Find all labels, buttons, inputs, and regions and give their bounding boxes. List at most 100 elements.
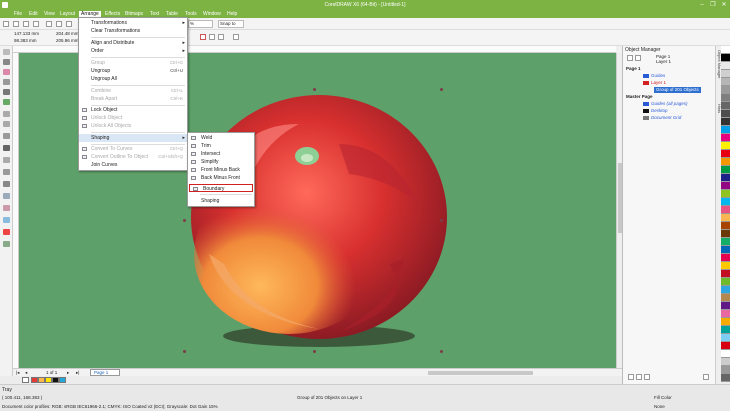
palette-swatch[interactable] <box>721 46 730 54</box>
palette-swatch[interactable] <box>721 206 730 214</box>
menu-item-shaping-docker[interactable]: Shaping <box>188 197 254 205</box>
blend-tool-icon[interactable] <box>3 193 10 199</box>
tree-layer-1[interactable]: Layer 1 <box>643 80 666 86</box>
menu-item-convert-to-curves[interactable]: Convert To Curves Ctrl+Q <box>79 145 187 153</box>
menu-item-boundary[interactable]: Boundary <box>189 184 253 192</box>
fill-tool-icon[interactable] <box>3 229 10 235</box>
page-tab[interactable]: Page 1 <box>90 369 120 376</box>
color-profile-status[interactable]: Document color profiles: RGB: sRGB IEC61… <box>2 404 218 409</box>
palette-swatch[interactable] <box>721 214 730 222</box>
new-master-layer-all-icon[interactable] <box>644 374 650 380</box>
layer-manager-view-icon[interactable] <box>635 55 641 61</box>
zoom-level-input[interactable]: % <box>188 20 213 28</box>
pick-tool-icon[interactable] <box>3 49 10 55</box>
palette-swatch[interactable] <box>721 366 730 374</box>
selection-handle[interactable] <box>313 350 316 353</box>
polygon-tool-icon[interactable] <box>3 133 10 139</box>
fill-color-status[interactable]: Fill Color <box>654 395 672 400</box>
palette-swatch[interactable] <box>721 254 730 262</box>
palette-swatch[interactable] <box>721 262 730 270</box>
restore-button[interactable]: ❐ <box>708 1 718 9</box>
palette-swatch[interactable] <box>721 158 730 166</box>
width-field[interactable]: 204.48 mm <box>56 31 79 36</box>
menu-item-combine[interactable]: Combine Ctrl+L <box>79 87 187 95</box>
tree-master-page[interactable]: Master Page <box>626 94 653 100</box>
palette-swatch[interactable] <box>721 94 730 102</box>
palette-swatch[interactable] <box>721 174 730 182</box>
menu-item-unlock-all[interactable]: Unlock All Objects <box>79 122 187 130</box>
palette-swatch[interactable] <box>721 126 730 134</box>
menu-item-back-minus-front[interactable]: Back Minus Front <box>188 174 254 182</box>
interactive-fill-icon[interactable] <box>3 241 10 247</box>
snap-to-dropdown[interactable]: Snap to <box>218 20 244 28</box>
boundary-icon[interactable] <box>233 34 239 40</box>
menu-item-clear-transformations[interactable]: Clear Transformations <box>79 27 187 35</box>
ellipse-tool-icon[interactable] <box>3 121 10 127</box>
menu-item-group[interactable]: Group Ctrl+G <box>79 59 187 67</box>
palette-swatch[interactable] <box>721 222 730 230</box>
palette-swatch[interactable] <box>721 190 730 198</box>
cut-icon[interactable] <box>46 21 52 27</box>
palette-swatch[interactable] <box>721 350 730 358</box>
copy-icon[interactable] <box>56 21 62 27</box>
swatch-black[interactable] <box>52 377 59 383</box>
close-button[interactable]: ✕ <box>719 1 729 9</box>
tree-guides-all[interactable]: Guides (all pages) <box>643 101 688 107</box>
tree-document-grid[interactable]: Document Grid <box>643 115 681 121</box>
menu-item-shaping[interactable]: Shaping ▸ <box>79 134 187 142</box>
palette-swatch[interactable] <box>721 118 730 126</box>
menu-item-ungroup[interactable]: Ungroup Ctrl+U <box>79 67 187 75</box>
palette-swatch[interactable] <box>721 134 730 142</box>
connector-tool-icon[interactable] <box>3 181 10 187</box>
swatch-cyan[interactable] <box>59 377 66 383</box>
palette-swatch[interactable] <box>721 246 730 254</box>
tray-label[interactable]: Tray <box>2 387 12 393</box>
menu-edit[interactable]: Edit <box>27 11 40 18</box>
save-icon[interactable] <box>23 21 29 27</box>
tree-desktop[interactable]: Desktop <box>643 108 668 114</box>
zoom-tool-icon[interactable] <box>3 79 10 85</box>
outline-tool-icon[interactable] <box>3 217 10 223</box>
print-icon[interactable] <box>33 21 39 27</box>
menu-layout[interactable]: Layout <box>58 11 77 18</box>
palette-swatch[interactable] <box>721 278 730 286</box>
menu-item-join-curves[interactable]: Join Curves <box>79 161 187 169</box>
menu-item-align-distribute[interactable]: Align and Distribute ▸ <box>79 39 187 47</box>
palette-swatch[interactable] <box>721 78 730 86</box>
palette-swatch[interactable] <box>721 294 730 302</box>
menu-view[interactable]: View <box>42 11 57 18</box>
palette-swatch[interactable] <box>721 302 730 310</box>
palette-swatch[interactable] <box>721 286 730 294</box>
palette-swatch[interactable] <box>721 334 730 342</box>
apple-artwork[interactable] <box>189 84 450 347</box>
menu-item-transformations[interactable]: Transformations ▸ <box>79 19 187 27</box>
table-tool-icon[interactable] <box>3 157 10 163</box>
palette-swatch[interactable] <box>721 374 730 382</box>
selection-handle[interactable] <box>183 350 186 353</box>
palette-swatch[interactable] <box>721 166 730 174</box>
x-position-field[interactable]: 147.133 mm <box>14 31 39 36</box>
menu-item-unlock-object[interactable]: Unlock Object <box>79 114 187 122</box>
y-position-field[interactable]: 98.383 mm <box>14 38 37 43</box>
new-master-layer-icon[interactable] <box>636 374 642 380</box>
palette-swatch[interactable] <box>721 358 730 366</box>
palette-swatch[interactable] <box>721 86 730 94</box>
palette-swatch[interactable] <box>721 54 730 62</box>
palette-swatch[interactable] <box>721 238 730 246</box>
menu-item-ungroup-all[interactable]: Ungroup All <box>79 75 187 83</box>
menu-item-simplify[interactable]: Simplify <box>188 158 254 166</box>
dimension-tool-icon[interactable] <box>3 169 10 175</box>
paste-icon[interactable] <box>66 21 72 27</box>
height-field[interactable]: 205.96 mm <box>56 38 79 43</box>
palette-swatch[interactable] <box>721 342 730 350</box>
tree-guides[interactable]: Guides <box>643 73 665 79</box>
menu-item-intersect[interactable]: Intersect <box>188 150 254 158</box>
menu-item-order[interactable]: Order ▸ <box>79 47 187 55</box>
shaping-mode-icon[interactable] <box>200 34 206 40</box>
palette-swatch[interactable] <box>721 142 730 150</box>
palette-swatch[interactable] <box>721 102 730 110</box>
palette-swatch[interactable] <box>721 110 730 118</box>
rectangle-tool-icon[interactable] <box>3 111 10 117</box>
palette-swatch[interactable] <box>721 326 730 334</box>
outline-status[interactable]: None <box>654 404 665 409</box>
